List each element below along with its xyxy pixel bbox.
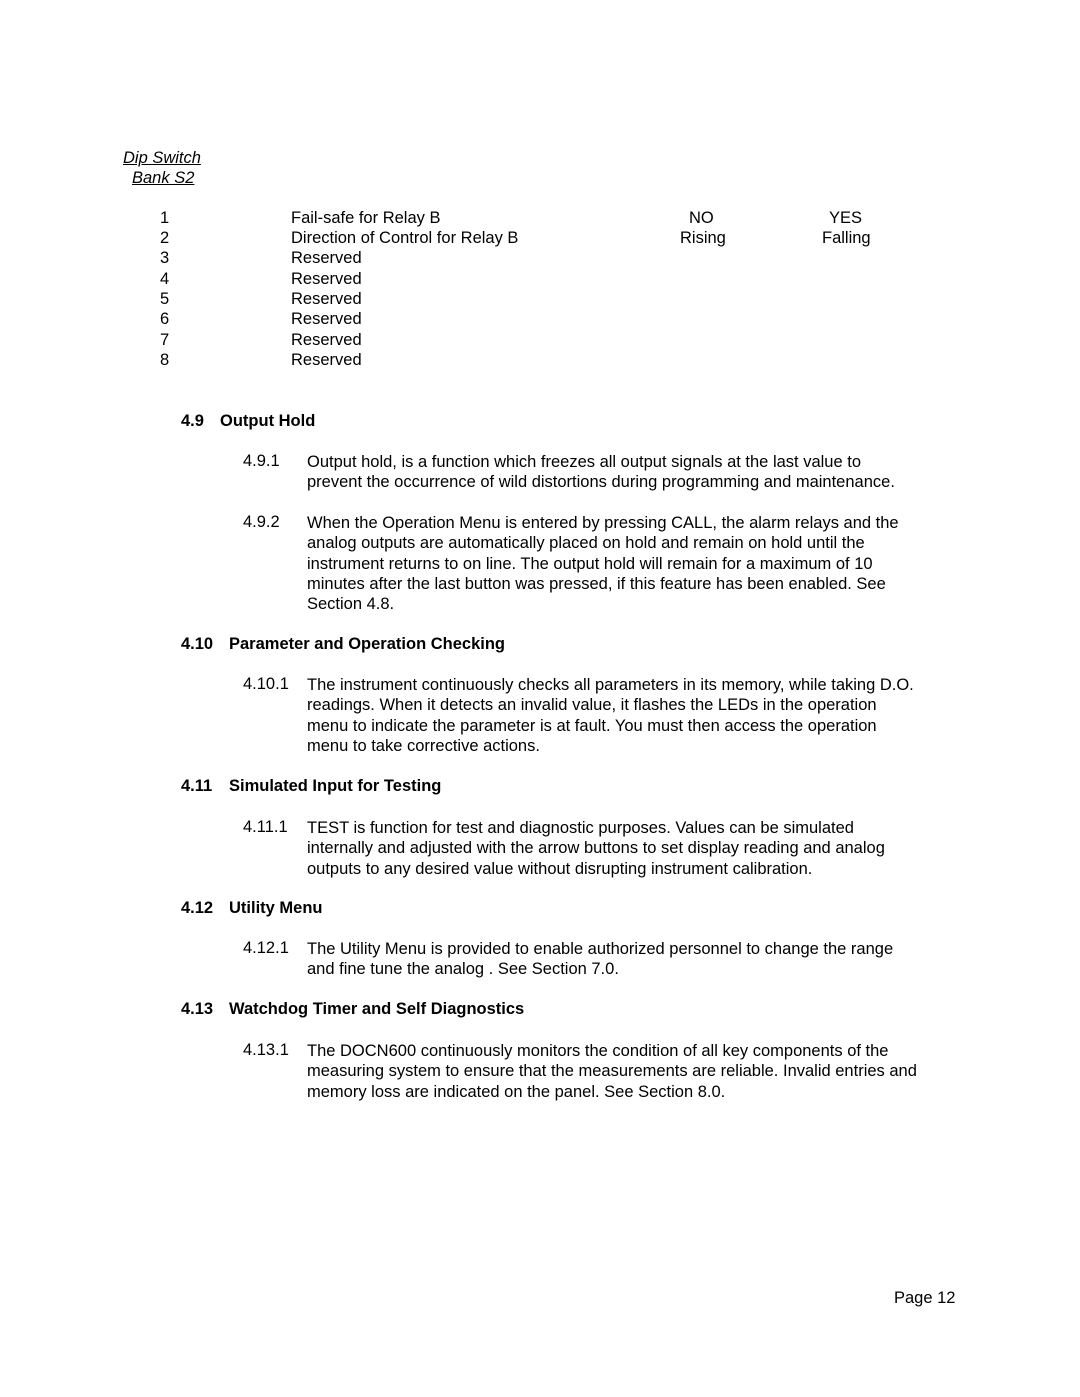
switch-description: Reserved [291, 351, 362, 369]
switch-on-value: Falling [822, 229, 871, 247]
text-line: The DOCN600 continuously monitors the co… [307, 1042, 889, 1060]
switch-number: 8 [160, 351, 170, 369]
switch-description: Direction of Control for Relay B [291, 229, 519, 247]
paragraph-text: The instrument continuously checks all p… [307, 675, 914, 756]
switch-description: Reserved [291, 249, 362, 267]
text-line: TEST is function for test and diagnostic… [307, 819, 854, 837]
section-number: 4.13 [181, 1000, 214, 1018]
text-line: The instrument continuously checks all p… [307, 676, 914, 694]
dip-switch-caption-line1: Dip Switch [123, 149, 201, 167]
paragraph-number: 4.9.1 [243, 452, 280, 470]
text-line: memory loss are indicated on the panel. … [307, 1082, 726, 1101]
paragraph-number: 4.13.1 [243, 1041, 289, 1059]
switch-description: Reserved [291, 331, 362, 349]
text-line: prevent the occurrence of wild distortio… [307, 473, 895, 492]
section-title: Output Hold [220, 412, 316, 430]
text-line: and fine tune the analog . See Section 7… [307, 960, 619, 979]
switch-number: 4 [160, 270, 170, 288]
text-line: menu to take corrective actions. [307, 736, 540, 755]
paragraph-text: When the Operation Menu is entered by pr… [307, 513, 899, 614]
text-line: readings. When it detects an invalid val… [307, 696, 877, 715]
paragraph-text: The DOCN600 continuously monitors the co… [307, 1041, 917, 1102]
paragraph-text: Output hold, is a function which freezes… [307, 452, 895, 493]
paragraph-text: TEST is function for test and diagnostic… [307, 818, 885, 879]
switch-number: 1 [160, 209, 170, 227]
text-line: measuring system to ensure that the meas… [307, 1062, 917, 1081]
text-line: menu to indicate the parameter is at fau… [307, 716, 877, 735]
paragraph-number: 4.10.1 [243, 675, 289, 693]
text-line: instrument returns to on line. The outpu… [307, 554, 873, 573]
switch-description: Reserved [291, 270, 362, 288]
paragraph-number: 4.12.1 [243, 939, 289, 957]
section-title: Watchdog Timer and Self Diagnostics [229, 1000, 525, 1018]
switch-off-value: NO [689, 209, 714, 227]
switch-off-value: Rising [680, 229, 726, 247]
switch-number: 5 [160, 290, 170, 308]
text-line: Section 4.8. [307, 595, 395, 614]
switch-number: 7 [160, 331, 170, 349]
page-number: Page 12 [894, 1289, 956, 1307]
text-line: When the Operation Menu is entered by pr… [307, 514, 899, 532]
text-line: outputs to any desired value without dis… [307, 859, 813, 878]
section-number: 4.10 [181, 635, 214, 653]
text-line: minutes after the last button was presse… [307, 574, 886, 593]
text-line: Output hold, is a function which freezes… [307, 453, 861, 471]
switch-description: Fail-safe for Relay B [291, 209, 441, 227]
section-title: Simulated Input for Testing [229, 777, 442, 795]
switch-number: 2 [160, 229, 170, 247]
text-line: The Utility Menu is provided to enable a… [307, 940, 894, 958]
text-line: analog outputs are automatically placed … [307, 534, 865, 553]
switch-number: 6 [160, 310, 170, 328]
section-number: 4.12 [181, 899, 214, 917]
paragraph-number: 4.11.1 [243, 818, 288, 836]
section-title: Utility Menu [229, 899, 323, 917]
switch-description: Reserved [291, 290, 362, 308]
section-title: Parameter and Operation Checking [229, 635, 505, 653]
section-number: 4.9 [181, 412, 204, 430]
text-line: internally and adjusted with the arrow b… [307, 839, 885, 858]
dip-switch-caption-line2: Bank S2 [132, 169, 195, 187]
switch-number: 3 [160, 249, 170, 267]
paragraph-number: 4.9.2 [243, 513, 280, 531]
switch-description: Reserved [291, 310, 362, 328]
section-number: 4.11 [181, 777, 213, 795]
paragraph-text: The Utility Menu is provided to enable a… [307, 939, 893, 980]
switch-on-value: YES [829, 209, 863, 227]
